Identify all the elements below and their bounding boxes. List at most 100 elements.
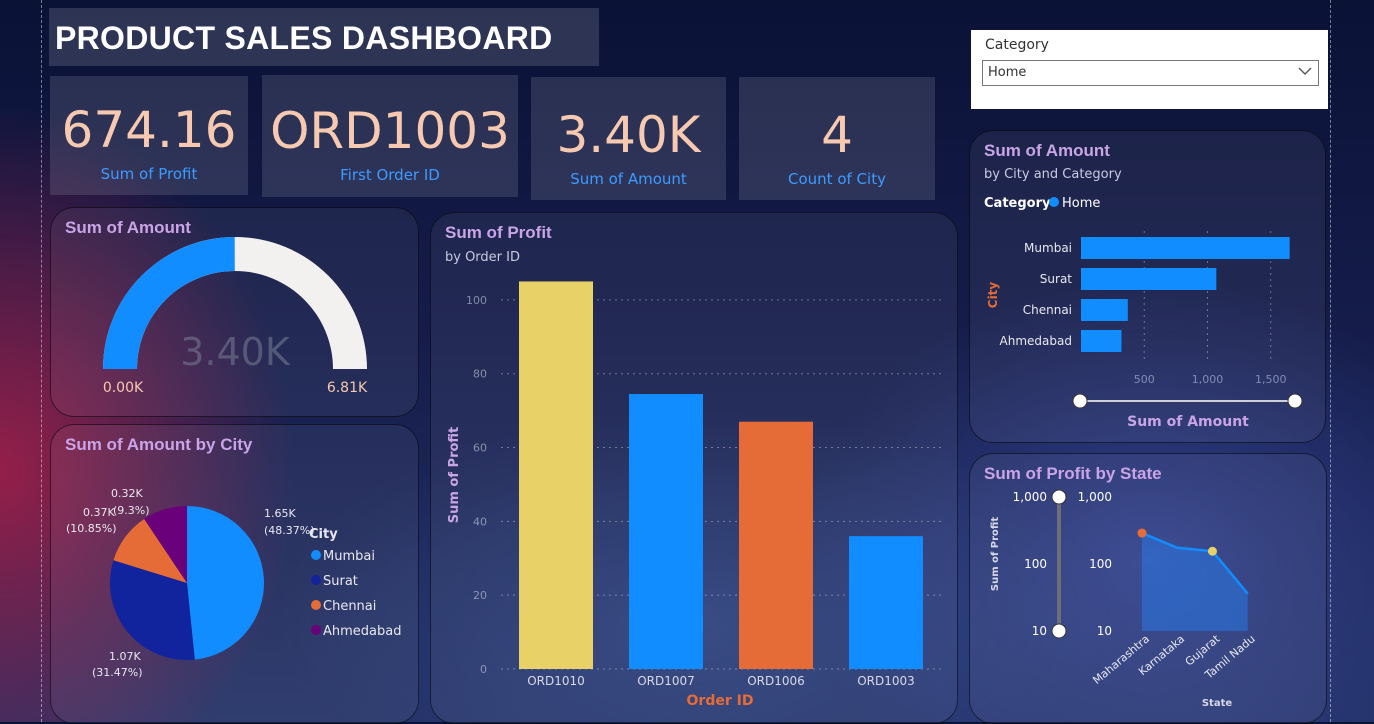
hbar-x-axis-title: Sum of Amount xyxy=(1127,414,1249,430)
profit-bar-y-tick-100: 100 xyxy=(466,294,487,307)
profit-bar-ord1010 xyxy=(519,281,593,669)
pie-label-mumbai-value: 1.65K xyxy=(264,507,296,520)
hbar-y-tick-chennai: Chennai xyxy=(1023,303,1072,317)
gauge-chart: 3.40K 0.00K 6.81K xyxy=(103,237,368,396)
pie-slice-mumbai xyxy=(187,506,264,660)
kpi-value: 4 xyxy=(821,106,853,164)
profit-bar-x-axis-title: Order ID xyxy=(687,693,754,709)
profit-bar-ord1007 xyxy=(629,394,703,669)
gauge-value-label: 3.40K xyxy=(180,330,291,374)
profit-bar-x-tick-ord1006: ORD1006 xyxy=(747,674,805,688)
profit-bar-y-axis-title: Sum of Profit xyxy=(447,427,462,524)
area-marker-highlight xyxy=(1207,546,1217,556)
profit-by-order-panel[interactable]: Sum of Profit by Order ID 0 20 40 60 80 100 O… xyxy=(430,212,958,724)
kpi-value: ORD1003 xyxy=(270,102,510,160)
hbar-x-tick-1500: 1,500 xyxy=(1255,373,1287,386)
pie-label-chennai-pct: (10.85%) xyxy=(66,522,117,535)
hbar-legend-item-home: Home xyxy=(1062,196,1100,211)
kpi-label: Sum of Profit xyxy=(100,165,198,183)
pie-legend-item-chennai: Chennai xyxy=(323,599,376,614)
hbar-x-tick-1000: 1,000 xyxy=(1192,373,1224,386)
pie-legend-item-ahmedabad: Ahmedabad xyxy=(323,624,401,639)
pie-legend-item-mumbai: Mumbai xyxy=(323,549,375,564)
area-chart: Sum of Profit 1,000 100 10 10 100 1,000 Maha… xyxy=(990,489,1258,709)
gauge-max-label: 6.81K xyxy=(327,380,368,396)
hbar-bar-mumbai xyxy=(1081,237,1290,259)
pie-label-ahmedabad-pct: (9.3%) xyxy=(113,504,150,517)
area-y-tick-1000: 1,000 xyxy=(1078,490,1112,504)
hbar-bar-ahmedabad xyxy=(1081,330,1122,352)
area-x-tick-maharashtra: Maharashtra xyxy=(1090,632,1152,687)
area-y-tick-10: 10 xyxy=(1097,624,1112,638)
gauge-min-label: 0.00K xyxy=(103,380,144,396)
profit-bar-x-tick-ord1007: ORD1007 xyxy=(637,674,695,688)
profit-bar-y-tick-0: 0 xyxy=(480,663,487,676)
profit-bar-y-tick-40: 40 xyxy=(473,515,487,528)
profit-bar-x-tick-ord1010: ORD1010 xyxy=(527,674,585,688)
pie-panel[interactable]: Sum of Amount by City 0.32K (9.3%) 0.37K… xyxy=(50,424,419,724)
area-fill xyxy=(1142,533,1248,631)
kpi-card-first-order-id[interactable]: ORD1003 First Order ID xyxy=(262,75,518,197)
pie-legend-marker-chennai xyxy=(311,600,321,610)
hbar-legend-marker xyxy=(1049,197,1059,207)
pie-label-mumbai-pct: (48.37%) xyxy=(264,524,315,537)
right-guide-line xyxy=(1330,0,1331,722)
profit-bar-y-tick-20: 20 xyxy=(473,589,487,602)
kpi-label: Count of City xyxy=(788,170,886,188)
gauge-panel[interactable]: Sum of Amount 3.40K 0.00K 6.81K xyxy=(50,207,419,417)
kpi-label: First Order ID xyxy=(340,166,440,184)
page-title: PRODUCT SALES DASHBOARD xyxy=(55,20,553,56)
hbar-slider-handle-min[interactable] xyxy=(1072,393,1088,409)
dashboard-title-box: PRODUCT SALES DASHBOARD xyxy=(49,8,599,66)
profit-bar-x-tick-ord1003: ORD1003 xyxy=(857,674,915,688)
hbar-y-tick-mumbai: Mumbai xyxy=(1024,241,1072,255)
pie-legend-title: City xyxy=(309,527,338,542)
profit-by-state-panel[interactable]: Sum of Profit by State Sum of Profit 1,0… xyxy=(969,453,1327,724)
area-slider-handle-max[interactable] xyxy=(1051,489,1067,505)
pie-legend-marker-ahmedabad xyxy=(311,625,321,635)
kpi-card-count-of-city[interactable]: 4 Count of City xyxy=(739,77,935,200)
kpi-label: Sum of Amount xyxy=(570,170,687,188)
kpi-value: 3.40K xyxy=(556,106,701,164)
pie-legend-marker-surat xyxy=(311,575,321,585)
slicer-header: Category xyxy=(985,37,1049,53)
hbar-slider-handle-max[interactable] xyxy=(1287,393,1303,409)
area-y-tick-100: 100 xyxy=(1089,557,1112,571)
area-slider-label-2: 10 xyxy=(1032,624,1047,638)
category-selected-value: Home xyxy=(988,65,1027,80)
pie-legend-marker-mumbai xyxy=(311,550,321,560)
pie-label-chennai-value: 0.37K xyxy=(83,506,115,519)
area-slider-label-0: 1,000 xyxy=(1013,490,1047,504)
kpi-card-sum-of-profit[interactable]: 674.16 Sum of Profit xyxy=(50,76,248,195)
hbar-x-tick-500: 500 xyxy=(1134,373,1155,386)
pie-legend-item-surat: Surat xyxy=(323,574,358,589)
category-slicer: Category Home xyxy=(971,30,1328,109)
area-slider-handle-min[interactable] xyxy=(1051,623,1067,639)
left-guide-line xyxy=(41,0,42,722)
category-dropdown[interactable]: Home xyxy=(982,60,1319,86)
area-y-axis-title: Sum of Profit xyxy=(990,517,1001,591)
profit-bar-y-tick-60: 60 xyxy=(473,442,487,455)
hbar-y-tick-surat: Surat xyxy=(1040,272,1073,286)
chevron-down-icon xyxy=(1298,67,1312,75)
area-slider-label-1: 100 xyxy=(1024,557,1047,571)
profit-bar-ord1006 xyxy=(739,421,813,669)
hbar-bar-surat xyxy=(1081,268,1217,290)
pie-chart: 0.32K (9.3%) 0.37K (10.85%) 1.65K (48.37… xyxy=(66,487,401,679)
hbar-y-axis-title: City xyxy=(986,282,1000,309)
hbar-chart: Category Home 500 1,000 1,500 Mumbai Surat C… xyxy=(984,196,1303,430)
kpi-card-sum-of-amount[interactable]: 3.40K Sum of Amount xyxy=(531,77,726,200)
profit-bar-chart: 0 20 40 60 80 100 ORD1010 ORD1007 ORD1006 ORD100… xyxy=(447,281,941,709)
pie-label-surat-value: 1.07K xyxy=(109,650,141,663)
hbar-bar-chennai xyxy=(1081,299,1128,321)
area-x-axis-title: State xyxy=(1202,698,1233,709)
hbar-legend-title: Category xyxy=(984,196,1051,211)
pie-label-surat-pct: (31.47%) xyxy=(92,666,143,679)
hbar-y-tick-ahmedabad: Ahmedabad xyxy=(1000,334,1072,348)
kpi-value: 674.16 xyxy=(61,101,237,159)
profit-bar-y-tick-80: 80 xyxy=(473,368,487,381)
pie-label-ahmedabad-value: 0.32K xyxy=(111,487,143,500)
area-marker-max xyxy=(1137,528,1147,538)
amount-by-city-panel[interactable]: Sum of Amount by City and Category Categ… xyxy=(969,130,1326,443)
profit-bar-ord1003 xyxy=(849,536,923,669)
